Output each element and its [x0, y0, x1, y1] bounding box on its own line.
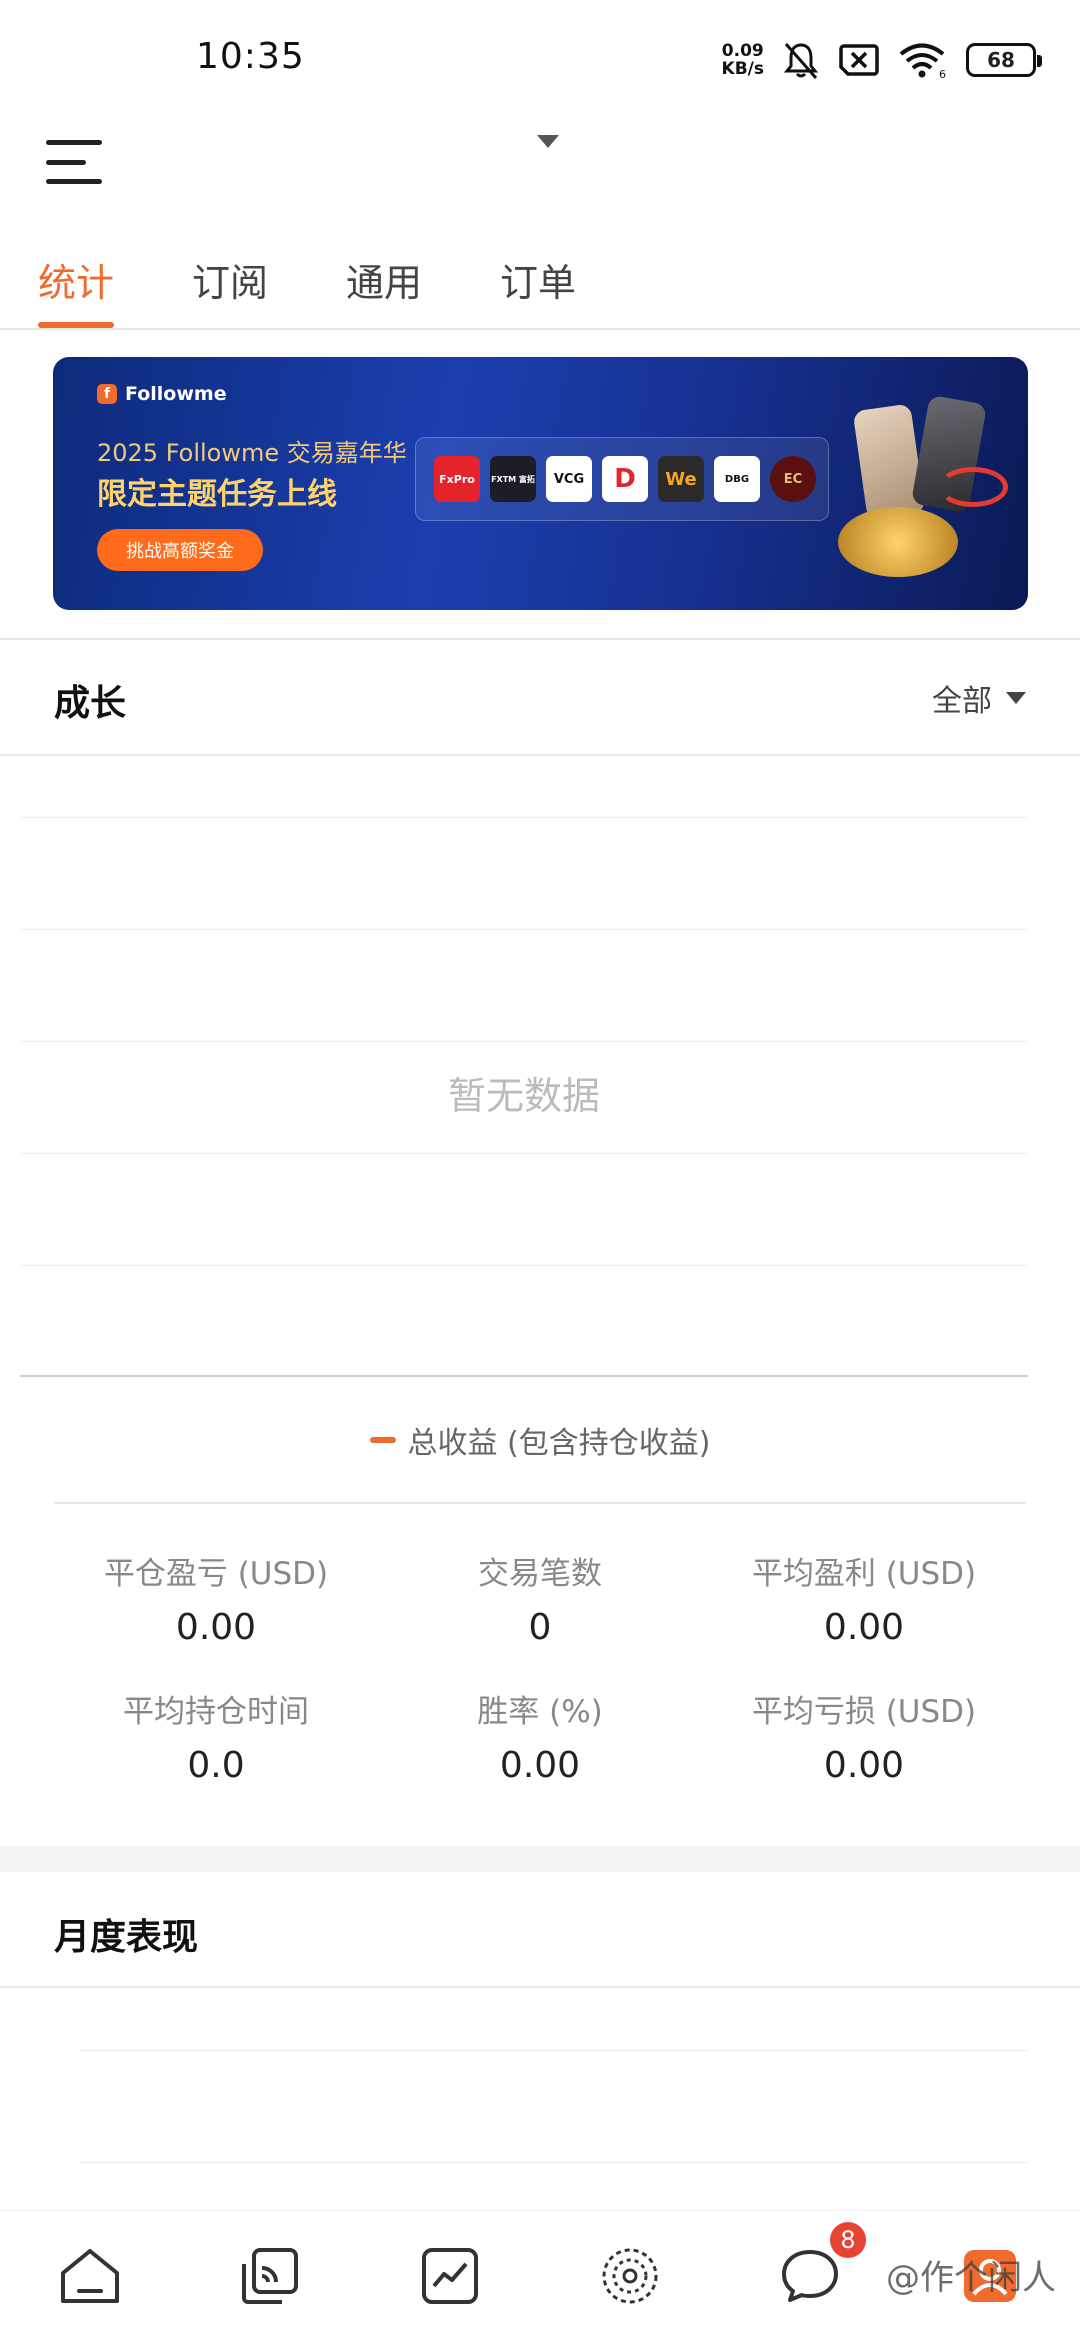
- banner-subtitle: 2025 Followme 交易嘉年华: [97, 439, 407, 467]
- chart-gridline: [20, 1153, 1028, 1154]
- net-speed-unit: KB/s: [721, 59, 764, 79]
- growth-section-header: 成长 全部: [0, 640, 1080, 754]
- signals-icon: [242, 2247, 298, 2304]
- stat-value: 0.0: [187, 1745, 245, 1786]
- nav-signals[interactable]: [230, 2236, 310, 2316]
- tab-subscription[interactable]: 订阅: [192, 240, 268, 328]
- watermark: @作个闲人: [886, 2250, 1056, 2299]
- legend-swatch: [369, 1437, 396, 1443]
- message-count-badge: 8: [830, 2221, 866, 2258]
- chart-x-axis: [20, 1375, 1028, 1377]
- banner-cta-button[interactable]: 挑战高额奖金: [97, 529, 263, 571]
- tab-bar: 统计 订阅 通用 订单: [0, 240, 1080, 330]
- nav-home[interactable]: [50, 2236, 130, 2316]
- tab-general[interactable]: 通用: [346, 240, 422, 328]
- stat-avg-profit: 平均盈利 (USD) 0.00: [702, 1548, 1026, 1648]
- stat-value: 0.00: [823, 1745, 905, 1786]
- stat-label: 平均持仓时间: [123, 1694, 309, 1730]
- stat-label: 平仓盈亏 (USD): [103, 1556, 329, 1592]
- section-separator: [0, 1846, 1080, 1872]
- chart-gridline: [20, 817, 1028, 818]
- explore-icon: [602, 2248, 658, 2303]
- chart-gridline: [20, 1041, 1028, 1042]
- stat-label: 平均亏损 (USD): [751, 1694, 977, 1730]
- monthly-title: 月度表现: [54, 1917, 199, 1958]
- sim-off-icon: [839, 44, 879, 76]
- monthly-section-header: 月度表现: [0, 1872, 1080, 1988]
- stat-value: 0.00: [499, 1745, 581, 1786]
- prize-phones-image: [808, 394, 1018, 597]
- menu-icon-bar: [46, 140, 102, 145]
- chart-legend: 总收益 (包含持仓收益): [0, 1418, 1080, 1462]
- app-header: [0, 120, 1080, 230]
- stat-value: 0.00: [823, 1607, 905, 1648]
- stat-closed-pnl: 平仓盈亏 (USD) 0.00: [54, 1548, 378, 1648]
- broker-logo-strip: FxPro FXTM 富拓 VCG D We DBG EC: [415, 437, 829, 521]
- wifi-icon: 6: [899, 43, 946, 79]
- status-bar: 10:35 0.09 KB/s 6 68: [0, 0, 1080, 120]
- legend-label: 总收益 (包含持仓收益): [407, 1426, 711, 1461]
- stat-label: 胜率 (%): [477, 1694, 603, 1730]
- battery-indicator: 68: [966, 43, 1042, 77]
- nav-explore[interactable]: [590, 2236, 670, 2316]
- broker-logo: We: [658, 456, 704, 502]
- broker-logo: FXTM 富拓: [490, 456, 536, 502]
- stat-avg-loss: 平均亏损 (USD) 0.00: [702, 1686, 1026, 1786]
- banner-title: 限定主题任务上线: [97, 477, 337, 512]
- broker-logo: FxPro: [434, 456, 480, 502]
- banner-brand: f Followme: [97, 383, 227, 405]
- chart-gridline: [80, 2162, 1028, 2163]
- stats-panel: 平仓盈亏 (USD) 0.00 交易笔数 0 平均盈利 (USD) 0.00 平…: [54, 1502, 1026, 1786]
- chart-icon: [422, 2247, 478, 2304]
- stat-avg-hold-time: 平均持仓时间 0.0: [54, 1686, 378, 1786]
- chart-gridline: [20, 929, 1028, 930]
- stat-value: 0.00: [175, 1607, 257, 1648]
- growth-title: 成长: [54, 683, 127, 724]
- filter-label: 全部: [932, 684, 992, 719]
- broker-logo: D: [602, 456, 648, 502]
- monthly-chart: [80, 1990, 1028, 2210]
- menu-icon-bar: [46, 159, 86, 165]
- net-speed-value: 0.09: [721, 41, 764, 61]
- broker-logo: DBG: [714, 456, 760, 502]
- followme-logo-icon: f: [97, 384, 117, 404]
- menu-button[interactable]: [44, 130, 104, 194]
- status-time: 10:35: [196, 36, 305, 77]
- broker-logo: VCG: [546, 456, 592, 502]
- tab-orders[interactable]: 订单: [500, 240, 576, 328]
- chart-gridline: [20, 1265, 1028, 1266]
- home-icon: [61, 2248, 119, 2303]
- account-dropdown-caret-icon[interactable]: [533, 126, 563, 156]
- growth-filter-dropdown[interactable]: 全部: [932, 676, 1026, 720]
- chart-gridline: [80, 2050, 1028, 2051]
- banner-brand-name: Followme: [125, 383, 227, 405]
- nav-market[interactable]: [410, 2236, 490, 2316]
- stat-win-rate: 胜率 (%) 0.00: [378, 1686, 702, 1786]
- stat-trade-count: 交易笔数 0: [378, 1548, 702, 1648]
- stat-value: 0: [528, 1607, 552, 1648]
- message-icon: [782, 2249, 838, 2302]
- empty-state-text: 暂无数据: [447, 1074, 600, 1118]
- tab-statistics[interactable]: 统计: [38, 240, 115, 328]
- menu-icon-bar: [46, 179, 102, 184]
- status-icons: 0.09 KB/s 6 68: [722, 36, 1042, 84]
- promo-banner[interactable]: f Followme 2025 Followme 交易嘉年华 限定主题任务上线 …: [53, 357, 1028, 610]
- watermark-text: @作个闲人: [886, 2258, 1056, 2298]
- growth-chart: 暂无数据: [20, 755, 1028, 1377]
- svg-text:6: 6: [939, 68, 946, 79]
- stat-label: 交易笔数: [478, 1556, 602, 1592]
- stat-label: 平均盈利 (USD): [751, 1556, 977, 1592]
- bell-muted-icon: [783, 43, 819, 79]
- network-speed: 0.09 KB/s: [722, 42, 764, 78]
- caret-down-icon: [1006, 692, 1026, 704]
- nav-messages[interactable]: 8: [770, 2221, 866, 2316]
